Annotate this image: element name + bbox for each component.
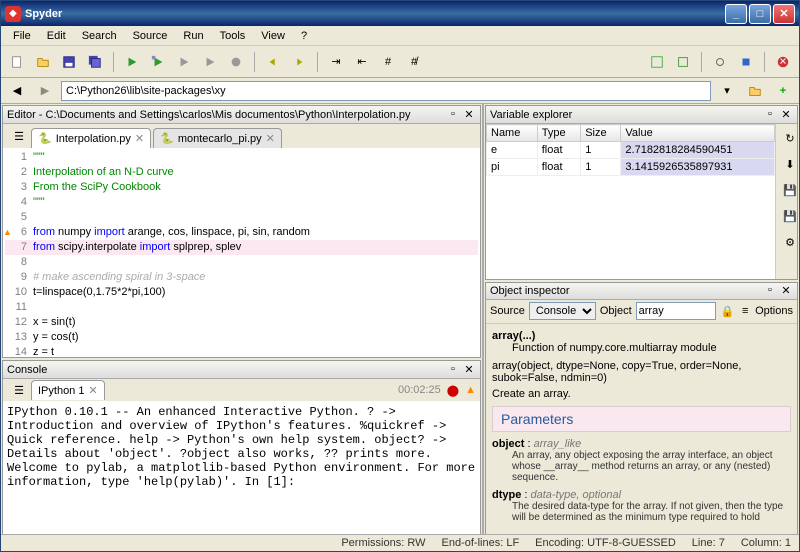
menu-view[interactable]: View	[253, 28, 293, 44]
options-icon[interactable]: ≡	[739, 299, 751, 323]
tab-list-button[interactable]: ☰	[7, 124, 31, 148]
lock-icon[interactable]: 🔒	[720, 299, 736, 323]
warning-icon[interactable]: ▲	[465, 384, 476, 396]
save-data-icon[interactable]: 💾	[778, 178, 797, 202]
tab-close-icon[interactable]: ✕	[88, 384, 97, 397]
python-path-button[interactable]	[734, 50, 758, 74]
console-timer: 00:02:25	[398, 384, 441, 396]
col-type[interactable]: Type	[537, 125, 580, 142]
save-all-button[interactable]	[83, 50, 107, 74]
doc-body: array(...) Function of numpy.core.multia…	[486, 324, 797, 534]
object-inspector-panel: Object inspector ▫ ✕ Source Console Obje…	[485, 282, 798, 535]
tab-interpolation[interactable]: 🐍 Interpolation.py ✕	[31, 128, 151, 148]
max-window-icon[interactable]	[645, 50, 669, 74]
run-cell-button[interactable]	[146, 50, 170, 74]
titlebar: ◆ Spyder _ □ ✕	[1, 1, 799, 26]
open-file-button[interactable]	[31, 50, 55, 74]
working-dir-input[interactable]	[61, 81, 711, 101]
table-row[interactable]: efloat12.7182818284590451	[487, 142, 775, 159]
col-name[interactable]: Name	[487, 125, 538, 142]
settings-icon[interactable]: ⚙	[778, 230, 797, 254]
menu-tools[interactable]: Tools	[212, 28, 254, 44]
col-size[interactable]: Size	[581, 125, 621, 142]
import-icon[interactable]: ⬇	[778, 152, 797, 176]
object-input[interactable]	[636, 302, 716, 320]
variable-explorer-panel: Variable explorer ▫ ✕ Name Type Size Val…	[485, 105, 798, 280]
svg-text:✕: ✕	[779, 56, 787, 67]
panel-close-icon[interactable]: ✕	[462, 363, 476, 377]
python-file-icon: 🐍	[38, 132, 52, 145]
editor-tabs: ☰ 🐍 Interpolation.py ✕ 🐍 montecarlo_pi.p…	[3, 124, 480, 148]
address-bar: ◀ ▶ ▾ +	[1, 78, 799, 104]
variable-table[interactable]: Name Type Size Value efloat12.7182818284…	[486, 124, 775, 176]
console-title: Console	[7, 364, 444, 376]
prefs-button[interactable]	[708, 50, 732, 74]
menu-edit[interactable]: Edit	[39, 28, 74, 44]
table-row[interactable]: pifloat13.1415926535897931	[487, 159, 775, 176]
panel-undock-icon[interactable]: ▫	[446, 363, 460, 377]
panel-undock-icon[interactable]: ▫	[763, 284, 777, 298]
menubar: File Edit Search Source Run Tools View ?	[1, 26, 799, 46]
statusbar: Permissions: RW End-of-lines: LF Encodin…	[1, 534, 799, 551]
minimize-button[interactable]: _	[725, 4, 747, 24]
tab-montecarlo[interactable]: 🐍 montecarlo_pi.py ✕	[153, 128, 282, 148]
run-config-button[interactable]	[198, 50, 222, 74]
browse-button[interactable]	[743, 79, 767, 103]
python-file-icon: 🐍	[160, 132, 174, 145]
dropdown-button[interactable]: ▾	[715, 79, 739, 103]
panel-undock-icon[interactable]: ▫	[763, 108, 777, 122]
run-button[interactable]	[120, 50, 144, 74]
options-label[interactable]: Options	[755, 305, 793, 317]
console-output[interactable]: IPython 0.10.1 -- An enhanced Interactiv…	[3, 401, 480, 493]
up-button[interactable]: +	[771, 79, 795, 103]
source-label: Source	[490, 305, 525, 317]
object-label: Object	[600, 305, 632, 317]
new-file-button[interactable]	[5, 50, 29, 74]
back-button[interactable]: ◀	[5, 79, 29, 103]
editor-panel: Editor - C:\Documents and Settings\carlo…	[2, 105, 481, 358]
panel-close-icon[interactable]: ✕	[779, 108, 793, 122]
menu-run[interactable]: Run	[175, 28, 211, 44]
code-editor[interactable]: 1"""2Interpolation of an N-D curve3From …	[3, 148, 480, 357]
console-panel: Console ▫ ✕ ☰ IPython 1 ✕ 00:02:25 ⬤ ▲ I…	[2, 360, 481, 535]
panel-undock-icon[interactable]: ▫	[446, 108, 460, 122]
unindent-button[interactable]: ⇤	[350, 50, 374, 74]
indent-button[interactable]: ⇥	[324, 50, 348, 74]
editor-title: Editor - C:\Documents and Settings\carlo…	[7, 109, 444, 121]
panel-close-icon[interactable]: ✕	[779, 284, 793, 298]
panel-close-icon[interactable]: ✕	[462, 108, 476, 122]
objinsp-title: Object inspector	[490, 285, 761, 297]
menu-source[interactable]: Source	[125, 28, 176, 44]
app-icon: ◆	[5, 6, 21, 22]
comment-button[interactable]: #	[376, 50, 400, 74]
window-title: Spyder	[25, 8, 723, 20]
main-toolbar: ⇥ ⇤ # #̸ ✕	[1, 46, 799, 78]
debug-button[interactable]	[224, 50, 248, 74]
maximize-button[interactable]: □	[749, 4, 771, 24]
varexp-title: Variable explorer	[490, 109, 761, 121]
exit-button[interactable]: ✕	[771, 50, 795, 74]
tab-list-button[interactable]: ☰	[7, 378, 31, 402]
col-value[interactable]: Value	[621, 125, 775, 142]
console-tab[interactable]: IPython 1 ✕	[31, 380, 105, 400]
forward-button[interactable]: ▶	[33, 79, 57, 103]
run-selection-button[interactable]	[172, 50, 196, 74]
uncomment-button[interactable]: #̸	[402, 50, 426, 74]
menu-help[interactable]: ?	[293, 28, 315, 44]
menu-file[interactable]: File	[5, 28, 39, 44]
tab-close-icon[interactable]: ✕	[135, 132, 144, 145]
source-select[interactable]: Console	[529, 302, 596, 320]
tab-close-icon[interactable]: ✕	[266, 132, 275, 145]
fullscreen-icon[interactable]	[671, 50, 695, 74]
refresh-icon[interactable]: ↻	[778, 126, 797, 150]
stop-icon[interactable]: ⬤	[447, 384, 459, 397]
menu-search[interactable]: Search	[74, 28, 125, 44]
undo-button[interactable]	[261, 50, 285, 74]
close-button[interactable]: ✕	[773, 4, 795, 24]
save-button[interactable]	[57, 50, 81, 74]
redo-button[interactable]	[287, 50, 311, 74]
saveAs-data-icon[interactable]: 💾	[778, 204, 797, 228]
